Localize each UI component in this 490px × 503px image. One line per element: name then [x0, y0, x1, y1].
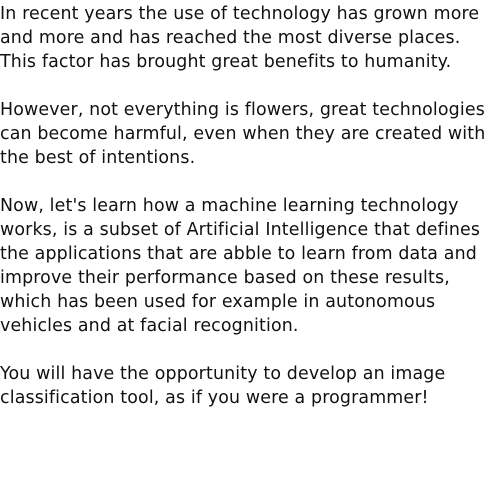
intro-text: In recent years the use of technology ha…	[0, 0, 490, 410]
paragraph-technology-harm: However, not everything is flowers, grea…	[0, 100, 486, 168]
paragraph-classification-tool: You will have the opportunity to develop…	[0, 364, 446, 408]
paragraph-machine-learning: Now, let's learn how a machine learning …	[0, 196, 481, 336]
paragraph-technology-growth: In recent years the use of technology ha…	[0, 4, 480, 72]
